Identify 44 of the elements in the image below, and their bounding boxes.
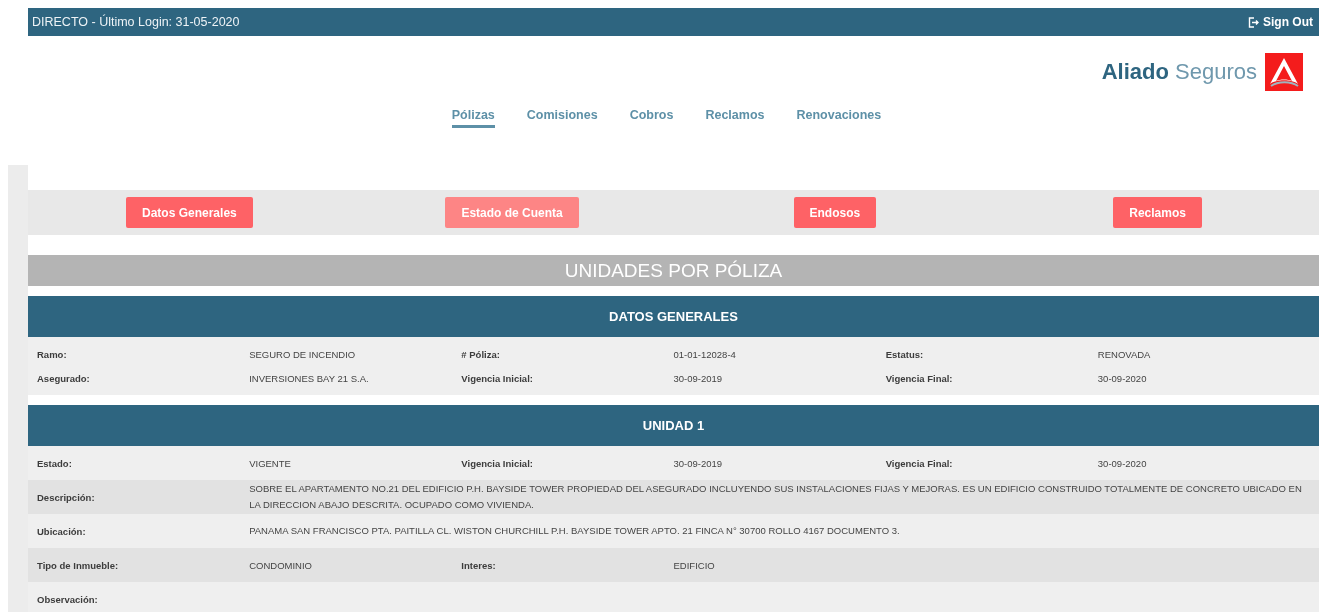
section-button[interactable]: Datos Generales (126, 197, 253, 228)
field-label: Observación: (37, 593, 99, 605)
sign-out-link[interactable]: Sign Out (1248, 15, 1313, 29)
field-value: 30-09-2019 (673, 457, 724, 469)
field-value: 30-09-2019 (673, 372, 724, 384)
page-title: UNIDADES POR PÓLIZA (28, 255, 1319, 286)
field-label: Vigencia Inicial: (461, 372, 534, 384)
field-value: 30-09-2020 (1097, 457, 1148, 469)
field-value: CONDOMINIO (249, 559, 313, 571)
nav-tab[interactable]: Reclamos (705, 108, 765, 128)
section-button[interactable]: Endosos (793, 197, 877, 228)
field-value: SEGURO DE INCENDIO (249, 348, 357, 360)
section-header: UNIDAD 1 (28, 405, 1319, 446)
field-value: 30-09-2020 (1097, 372, 1148, 384)
field-label: Estado: (37, 457, 73, 469)
field-value: RENOVADA (1097, 348, 1152, 360)
nav-tab[interactable]: Cobros (629, 108, 674, 128)
field-label: Ubicación: (37, 525, 87, 537)
login-info: DIRECTO - Último Login: 31-05-2020 (32, 15, 240, 29)
field-label: Vigencia Inicial: (461, 457, 534, 469)
field-label: Tipo de Inmueble: (37, 559, 120, 571)
field-label: Vigencia Final: (885, 457, 954, 469)
field-label: Vigencia Final: (885, 372, 954, 384)
sign-out-icon (1248, 16, 1259, 28)
field-value: SOBRE EL APARTAMENTO NO.21 DEL EDIFICIO P.H. BAYSIDE TOWER PROPIEDAD DEL ASEGURADO INCLUYENDO SUS INSTALACIONES FIJAS Y MEJORAS. ES UN EDIFICIO CONSTRUIDO TOTALMENTE DE CONCRETO UBICADO EN LA DIRECCION ABAJO DESCRITA. OCUPADO COMO VIVIENDA. (249, 482, 1303, 512)
field-label: Asegurado: (37, 372, 91, 384)
field-label: # Póliza: (461, 348, 501, 360)
nav-tab[interactable]: Renovaciones (796, 108, 882, 128)
section-button[interactable]: Estado de Cuenta (445, 197, 579, 228)
field-value: EDIFICIO (673, 559, 716, 571)
field-value: VIGENTE (249, 457, 292, 469)
field-value: 01-01-12028-4 (673, 348, 737, 360)
nav-tab[interactable]: Comisiones (526, 108, 598, 128)
field-value: PANAMA SAN FRANCISCO PTA. PAITILLA CL. WISTON CHURCHILL P.H. BAYSIDE TOWER APTO. 21 FINCA N° 30700 ROLLO 4167 DOCUMENTO 3. (249, 524, 901, 538)
nav-tab[interactable]: Pólizas (451, 108, 495, 128)
field-value: INVERSIONES BAY 21 S.A. (249, 372, 370, 384)
section-button[interactable]: Reclamos (1113, 197, 1202, 228)
field-label: Interes: (461, 559, 497, 571)
field-label: Descripción: (37, 491, 96, 503)
field-label: Estatus: (885, 348, 925, 360)
brand-name: Aliado Seguros (1101, 59, 1257, 85)
field-label: Ramo: (37, 348, 68, 360)
section-header: DATOS GENERALES (28, 296, 1319, 337)
logo-icon (1265, 53, 1303, 91)
